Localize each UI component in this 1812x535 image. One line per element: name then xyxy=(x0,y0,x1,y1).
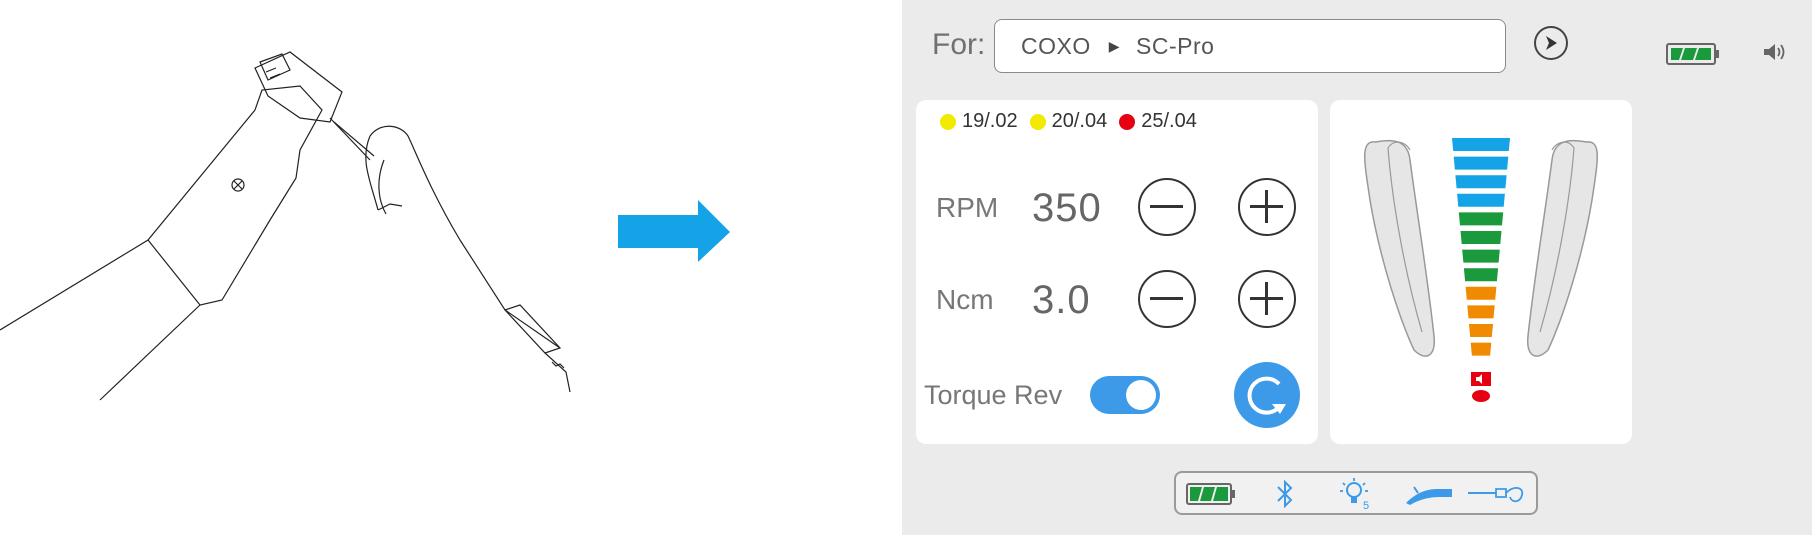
battery-full-icon xyxy=(1666,43,1719,65)
apex-meter-bar xyxy=(1457,193,1505,207)
apex-meter-bar xyxy=(1470,342,1492,356)
rotate-cw-icon xyxy=(1247,376,1286,415)
next-button[interactable] xyxy=(1534,26,1568,60)
rpm-increase-button[interactable] xyxy=(1238,178,1296,236)
plus-icon xyxy=(1250,190,1283,223)
for-label: For: xyxy=(932,28,986,61)
file-label: 19/.02 xyxy=(962,110,1018,132)
light-level-icon[interactable]: 5 xyxy=(1340,477,1372,511)
minus-icon xyxy=(1150,205,1183,208)
speaker-icon[interactable] xyxy=(1762,40,1788,64)
bottom-status-bar: 5 xyxy=(1174,471,1538,515)
file-color-dot xyxy=(1119,113,1136,130)
minus-icon xyxy=(1150,297,1183,300)
file-system-selector[interactable]: COXO ▶ SC-Pro xyxy=(994,19,1506,73)
file-color-dot xyxy=(1029,113,1046,130)
apex-locator-icon[interactable] xyxy=(1466,481,1528,507)
torque-rev-label: Torque Rev xyxy=(924,380,1063,410)
battery-icon xyxy=(1186,483,1235,505)
apex-meter-bar xyxy=(1453,156,1509,170)
apex-meter-bar xyxy=(1452,138,1510,151)
apex-meter-bar xyxy=(1467,305,1495,319)
toggle-knob xyxy=(1126,380,1156,410)
apex-meter-bar xyxy=(1463,268,1499,282)
ncm-decrease-button[interactable] xyxy=(1138,270,1196,328)
rpm-label: RPM xyxy=(936,192,999,223)
plus-icon xyxy=(1250,282,1283,315)
apex-meter-bar xyxy=(1460,231,1502,244)
file-label: 25/.04 xyxy=(1141,110,1197,132)
bluetooth-icon[interactable] xyxy=(1274,479,1296,509)
apex-meter-bar xyxy=(1455,175,1507,189)
apex-meter-bar xyxy=(1458,212,1504,226)
file-label: 20/.04 xyxy=(1051,110,1108,132)
torque-rev-toggle[interactable] xyxy=(1090,376,1160,414)
ncm-label: Ncm xyxy=(936,284,994,315)
apex-point xyxy=(1472,390,1490,402)
apex-meter-bar xyxy=(1469,324,1493,337)
file-color-dot xyxy=(940,113,956,130)
file-item[interactable]: 25/.04 xyxy=(1119,110,1197,133)
ncm-increase-button[interactable] xyxy=(1238,270,1296,328)
file-item[interactable]: 20/.04 xyxy=(1029,110,1108,133)
rpm-value: 350 xyxy=(1032,186,1102,230)
rotation-direction-button[interactable] xyxy=(1234,362,1300,428)
arrow-right-icon: ▶ xyxy=(1108,37,1121,54)
model-name: SC-Pro xyxy=(1136,32,1215,59)
apex-meter-bar xyxy=(1465,286,1497,300)
handpiece-illustration xyxy=(0,51,730,401)
apex-meter-bar xyxy=(1462,249,1500,263)
apex-locator-card xyxy=(1330,100,1632,444)
handpiece-icon[interactable] xyxy=(1404,481,1456,507)
device-screen: For: COXO ▶ SC-Pro 19/.02 20/.04 25/.04 … xyxy=(902,0,1812,535)
file-item[interactable]: 19/.02 xyxy=(940,110,1018,133)
light-level-value: 5 xyxy=(1363,500,1369,511)
ncm-value: 3.0 xyxy=(1032,278,1091,322)
file-sequence: 19/.02 20/.04 25/.04 xyxy=(940,110,1209,133)
rpm-decrease-button[interactable] xyxy=(1138,178,1196,236)
play-icon xyxy=(1546,36,1557,50)
tooth-diagram xyxy=(1364,138,1598,402)
control-card: 19/.02 20/.04 25/.04 RPM 350 Ncm 3.0 Tor… xyxy=(916,100,1318,444)
brand-name: COXO xyxy=(1021,32,1091,59)
